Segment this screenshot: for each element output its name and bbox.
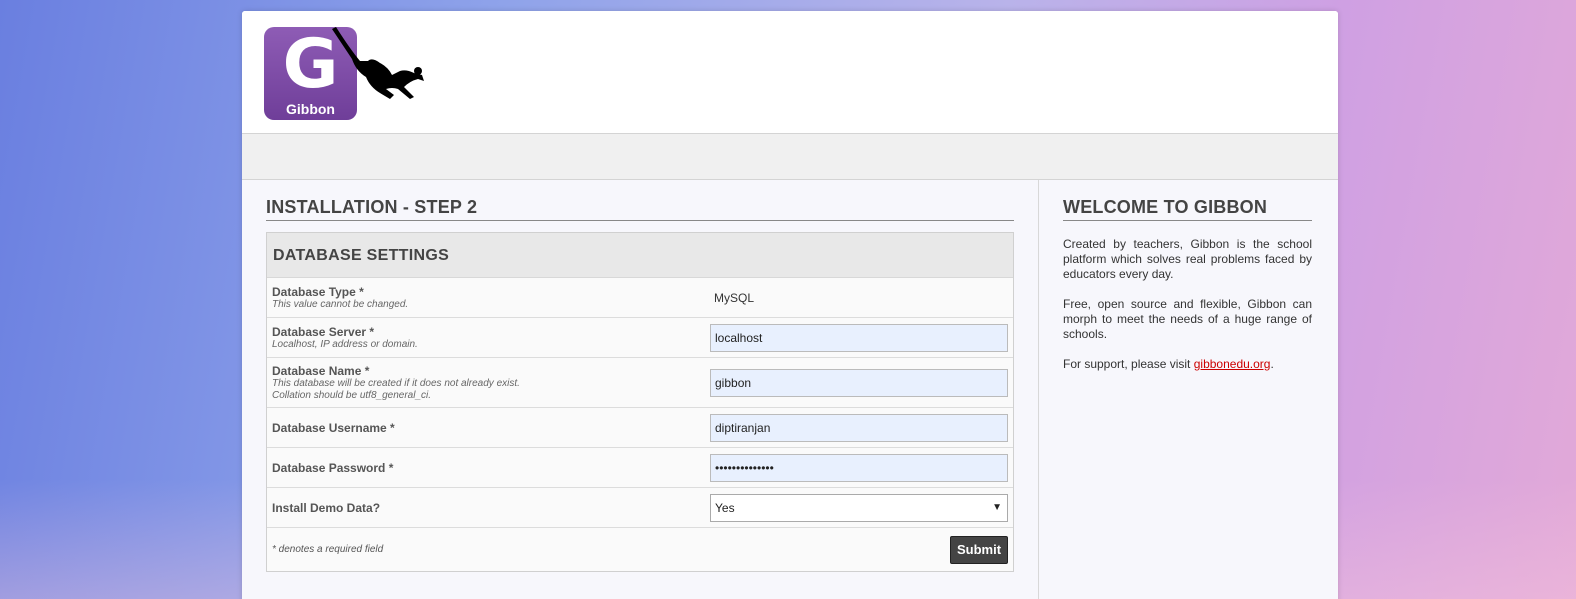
field-label-group: Database Name * This database will be cr… [272,364,710,402]
monkey-silhouette-icon [332,27,424,99]
page-container: G Gibbon Installation - Step 2 Database … [242,11,1338,599]
form-row-footer: * denotes a required field Submit [267,528,1013,571]
sidebar: Welcome to Gibbon Created by teachers, G… [1039,180,1338,599]
field-label: Database Username * [272,420,395,435]
header: G Gibbon [242,11,1338,134]
form-row-database-password: Database Password * •••••••••••••• [267,448,1013,488]
database-password-input[interactable]: •••••••••••••• [710,453,1008,482]
field-label-group: Database Type * This value cannot be cha… [272,285,710,311]
database-username-input[interactable]: diptiranjan [710,413,1008,442]
gibbonedu-link[interactable]: gibbonedu.org [1194,357,1271,371]
field-description: Localhost, IP address or domain. [272,338,418,350]
main-column: Installation - Step 2 Database Settings … [242,180,1039,599]
sidebar-paragraph: Free, open source and flexible, Gibbon c… [1063,297,1312,341]
form-row-database-name: Database Name * This database will be cr… [267,358,1013,408]
select-value: Yes [715,500,735,515]
support-suffix: . [1270,357,1274,371]
field-description: This value cannot be changed. [272,298,409,310]
field-label: Database Server * [272,324,375,339]
page-title: Installation - Step 2 [266,197,1014,221]
field-description: Collation should be utf8_general_ci. [272,389,431,401]
content-area: Installation - Step 2 Database Settings … [242,180,1338,599]
field-label: Database Name * [272,363,370,378]
sidebar-support-paragraph: For support, please visit gibbonedu.org. [1063,357,1312,372]
demo-data-select[interactable]: Yes ▼ [710,493,1008,522]
field-label-group: Database Username * [272,421,710,435]
dropdown-arrow-icon: ▼ [992,501,1002,513]
sidebar-paragraph: Created by teachers, Gibbon is the schoo… [1063,237,1312,281]
database-name-input[interactable]: gibbon [710,368,1008,397]
form-row-database-server: Database Server * Localhost, IP address … [267,318,1013,358]
nav-bar [242,134,1338,180]
sidebar-title: Welcome to Gibbon [1063,197,1312,221]
gibbon-logo[interactable]: G Gibbon [264,27,426,123]
database-settings-form: Database Settings Database Type * This v… [266,232,1014,572]
form-row-database-type: Database Type * This value cannot be cha… [267,278,1013,318]
database-server-input[interactable]: localhost [710,323,1008,352]
field-label: Database Type * [272,284,364,299]
field-label: Install Demo Data? [272,500,381,515]
field-label: Database Password * [272,460,394,475]
field-label-group: Database Password * [272,461,710,475]
support-text: For support, please visit [1063,357,1194,371]
field-label-group: Database Server * Localhost, IP address … [272,325,710,351]
field-label-group: Install Demo Data? [272,501,710,515]
database-type-value: MySQL [714,290,755,305]
field-description: This database will be created if it does… [272,377,520,389]
form-title: Database Settings [267,233,1013,278]
form-row-database-username: Database Username * diptiranjan [267,408,1013,448]
submit-button[interactable]: Submit [950,535,1008,564]
form-row-demo-data: Install Demo Data? Yes ▼ [267,488,1013,528]
required-note: * denotes a required field [272,544,384,555]
